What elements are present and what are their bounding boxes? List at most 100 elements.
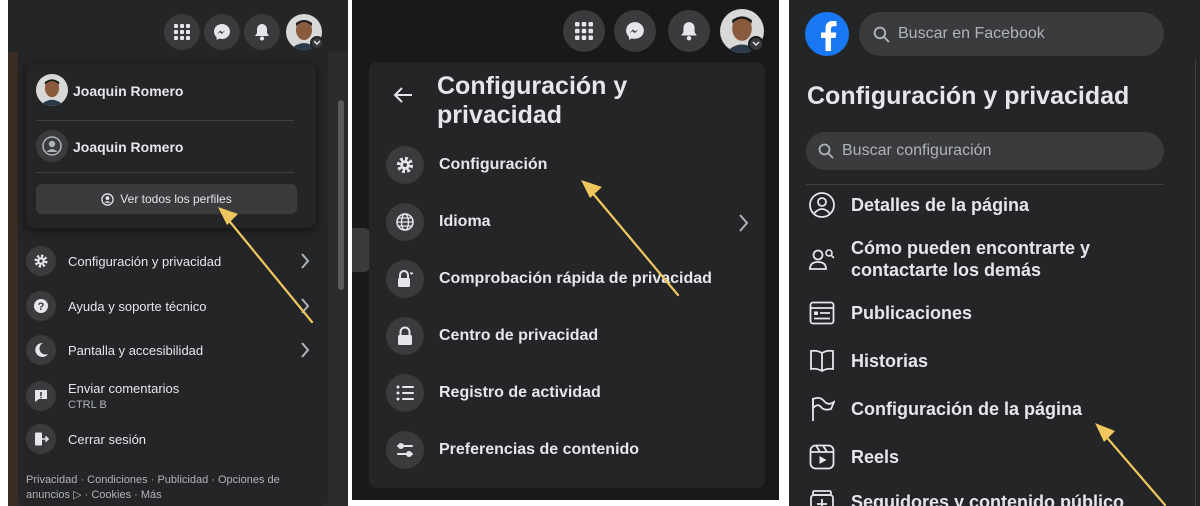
menu-item-label: Configuración de la página: [851, 399, 1083, 419]
menu-item-label: Pantalla y accesibilidad: [68, 342, 204, 358]
grid-icon: [575, 22, 593, 40]
flag-icon: [807, 394, 837, 424]
list-icon: [386, 374, 424, 412]
logout-icon: [26, 424, 56, 454]
profile-name[interactable]: Joaquin Romero: [73, 139, 183, 155]
settings-search-input[interactable]: [842, 142, 1142, 160]
chevron-right-icon: [301, 253, 310, 269]
facebook-search-input[interactable]: [898, 25, 1138, 43]
messenger-button[interactable]: [614, 10, 656, 52]
moon-icon: [26, 335, 56, 365]
user-circle-icon: [807, 190, 837, 220]
menu-item-label: Ayuda y soporte técnico: [68, 298, 207, 314]
svg-text:?: ?: [38, 301, 45, 313]
menu-item-display[interactable]: Pantalla y accesibilidad: [26, 332, 316, 368]
shortcut-hint: CTRL B: [68, 399, 107, 411]
lock-icon: [386, 317, 424, 355]
facebook-search-box[interactable]: [859, 12, 1164, 56]
menu-item-label: Historias: [851, 351, 929, 371]
menu-item-settings-privacy[interactable]: Configuración y privacidad: [26, 243, 316, 279]
menu-item-language[interactable]: Idioma: [386, 202, 754, 242]
reels-icon: [807, 442, 837, 472]
lock-heart-icon: [386, 260, 424, 298]
menu-item-label: Reels: [851, 447, 900, 467]
chevron-down-icon: [310, 36, 324, 50]
user-search-icon: [807, 244, 837, 274]
facebook-logo[interactable]: [805, 12, 849, 56]
switch-profile-icon: [42, 136, 62, 156]
menu-item-help[interactable]: ? Ayuda y soporte técnico: [26, 288, 316, 324]
menu-item-content-preferences[interactable]: Preferencias de contenido: [386, 430, 754, 470]
profile-avatar[interactable]: [36, 74, 68, 106]
chevron-right-icon: [301, 342, 310, 358]
menu-item-stories[interactable]: Historias: [807, 346, 1187, 376]
gear-icon: [26, 246, 56, 276]
menu-item-privacy-checkup[interactable]: Comprobación rápida de privacidad: [386, 259, 754, 299]
menu-item-label: Configuración: [439, 156, 548, 173]
book-icon: [807, 346, 837, 376]
menu-item-reels[interactable]: Reels: [807, 442, 1187, 472]
menu-item-settings[interactable]: Configuración: [386, 145, 754, 185]
menu-grid-button[interactable]: [563, 10, 605, 52]
sliders-icon: [386, 431, 424, 469]
account-menu-panel: Joaquin Romero Joaquin Romero Ver todos …: [8, 0, 348, 506]
messenger-button[interactable]: [204, 14, 240, 50]
menu-item-followers[interactable]: Seguidores y contenido público: [807, 487, 1187, 506]
divider: [36, 120, 294, 121]
menu-item-label: Detalles de la página: [851, 195, 1030, 215]
menu-item-label: Preferencias de contenido: [439, 441, 640, 458]
newsfeed-icon: [807, 298, 837, 328]
menu-item-logout[interactable]: Cerrar sesión: [26, 421, 316, 457]
menu-item-feedback[interactable]: Enviar comentarios CTRL B: [26, 378, 316, 414]
menu-item-label: Idioma: [439, 213, 491, 230]
chevron-right-icon: [301, 298, 310, 314]
menu-item-label: Configuración y privacidad: [68, 253, 222, 269]
profile-name[interactable]: Joaquin Romero: [73, 83, 183, 99]
menu-item-page-settings[interactable]: Configuración de la página: [807, 394, 1187, 424]
settings-privacy-panel: Configuración y privacidad Configuración…: [352, 0, 779, 500]
menu-item-label: Publicaciones: [851, 303, 973, 323]
page-settings-panel: Configuración y privacidad Detalles de l…: [789, 0, 1200, 506]
notifications-button[interactable]: [244, 14, 280, 50]
globe-icon: [386, 203, 424, 241]
scrollbar[interactable]: [338, 100, 344, 290]
avatar: [36, 74, 68, 106]
feedback-icon: [26, 381, 56, 411]
profiles-icon: [101, 192, 115, 206]
menu-item-activity-log[interactable]: Registro de actividad: [386, 373, 754, 413]
menu-item-label: Cerrar sesión: [68, 431, 147, 447]
divider: [36, 172, 294, 173]
menu-item-label: Centro de privacidad: [439, 327, 599, 344]
menu-item-page-details[interactable]: Detalles de la página: [807, 190, 1187, 220]
side-tab[interactable]: [352, 228, 370, 272]
background-page-strip: [8, 52, 18, 506]
chevron-right-icon: [739, 214, 749, 232]
grid-icon: [174, 24, 190, 40]
menu-grid-button[interactable]: [164, 14, 200, 50]
footer-line[interactable]: anuncios ▷ · Cookies · Más: [26, 488, 306, 503]
menu-item-label: Seguidores y contenido público: [851, 492, 1125, 506]
menu-item-label: Enviar comentarios: [68, 381, 180, 396]
facebook-f-icon: [821, 21, 837, 51]
back-arrow-icon[interactable]: [392, 84, 414, 106]
bell-icon: [255, 24, 269, 41]
switch-profile-avatar[interactable]: [36, 130, 68, 162]
footer-line[interactable]: Privacidad · Condiciones · Publicidad · …: [26, 473, 306, 488]
search-icon: [873, 26, 890, 43]
footer-links[interactable]: Privacidad · Condiciones · Publicidad · …: [26, 473, 306, 503]
page-title: Configuración y privacidad: [807, 82, 1130, 110]
followers-icon: [807, 487, 837, 506]
menu-item-label: Cómo pueden encontrarte y contactarte lo…: [851, 238, 1091, 280]
menu-item-find-contact[interactable]: Cómo pueden encontrarte y contactarte lo…: [807, 237, 1187, 281]
gear-icon: [386, 146, 424, 184]
see-all-profiles-button[interactable]: Ver todos los perfiles: [36, 184, 297, 214]
menu-item-posts[interactable]: Publicaciones: [807, 298, 1187, 328]
help-icon: ?: [26, 291, 56, 321]
menu-item-privacy-center[interactable]: Centro de privacidad: [386, 316, 754, 356]
divider: [1195, 60, 1196, 506]
divider: [806, 184, 1164, 185]
settings-search-box[interactable]: [806, 132, 1164, 170]
page-title: Configuración y privacidad: [437, 72, 628, 129]
notifications-button[interactable]: [668, 10, 710, 52]
search-icon: [818, 143, 834, 159]
